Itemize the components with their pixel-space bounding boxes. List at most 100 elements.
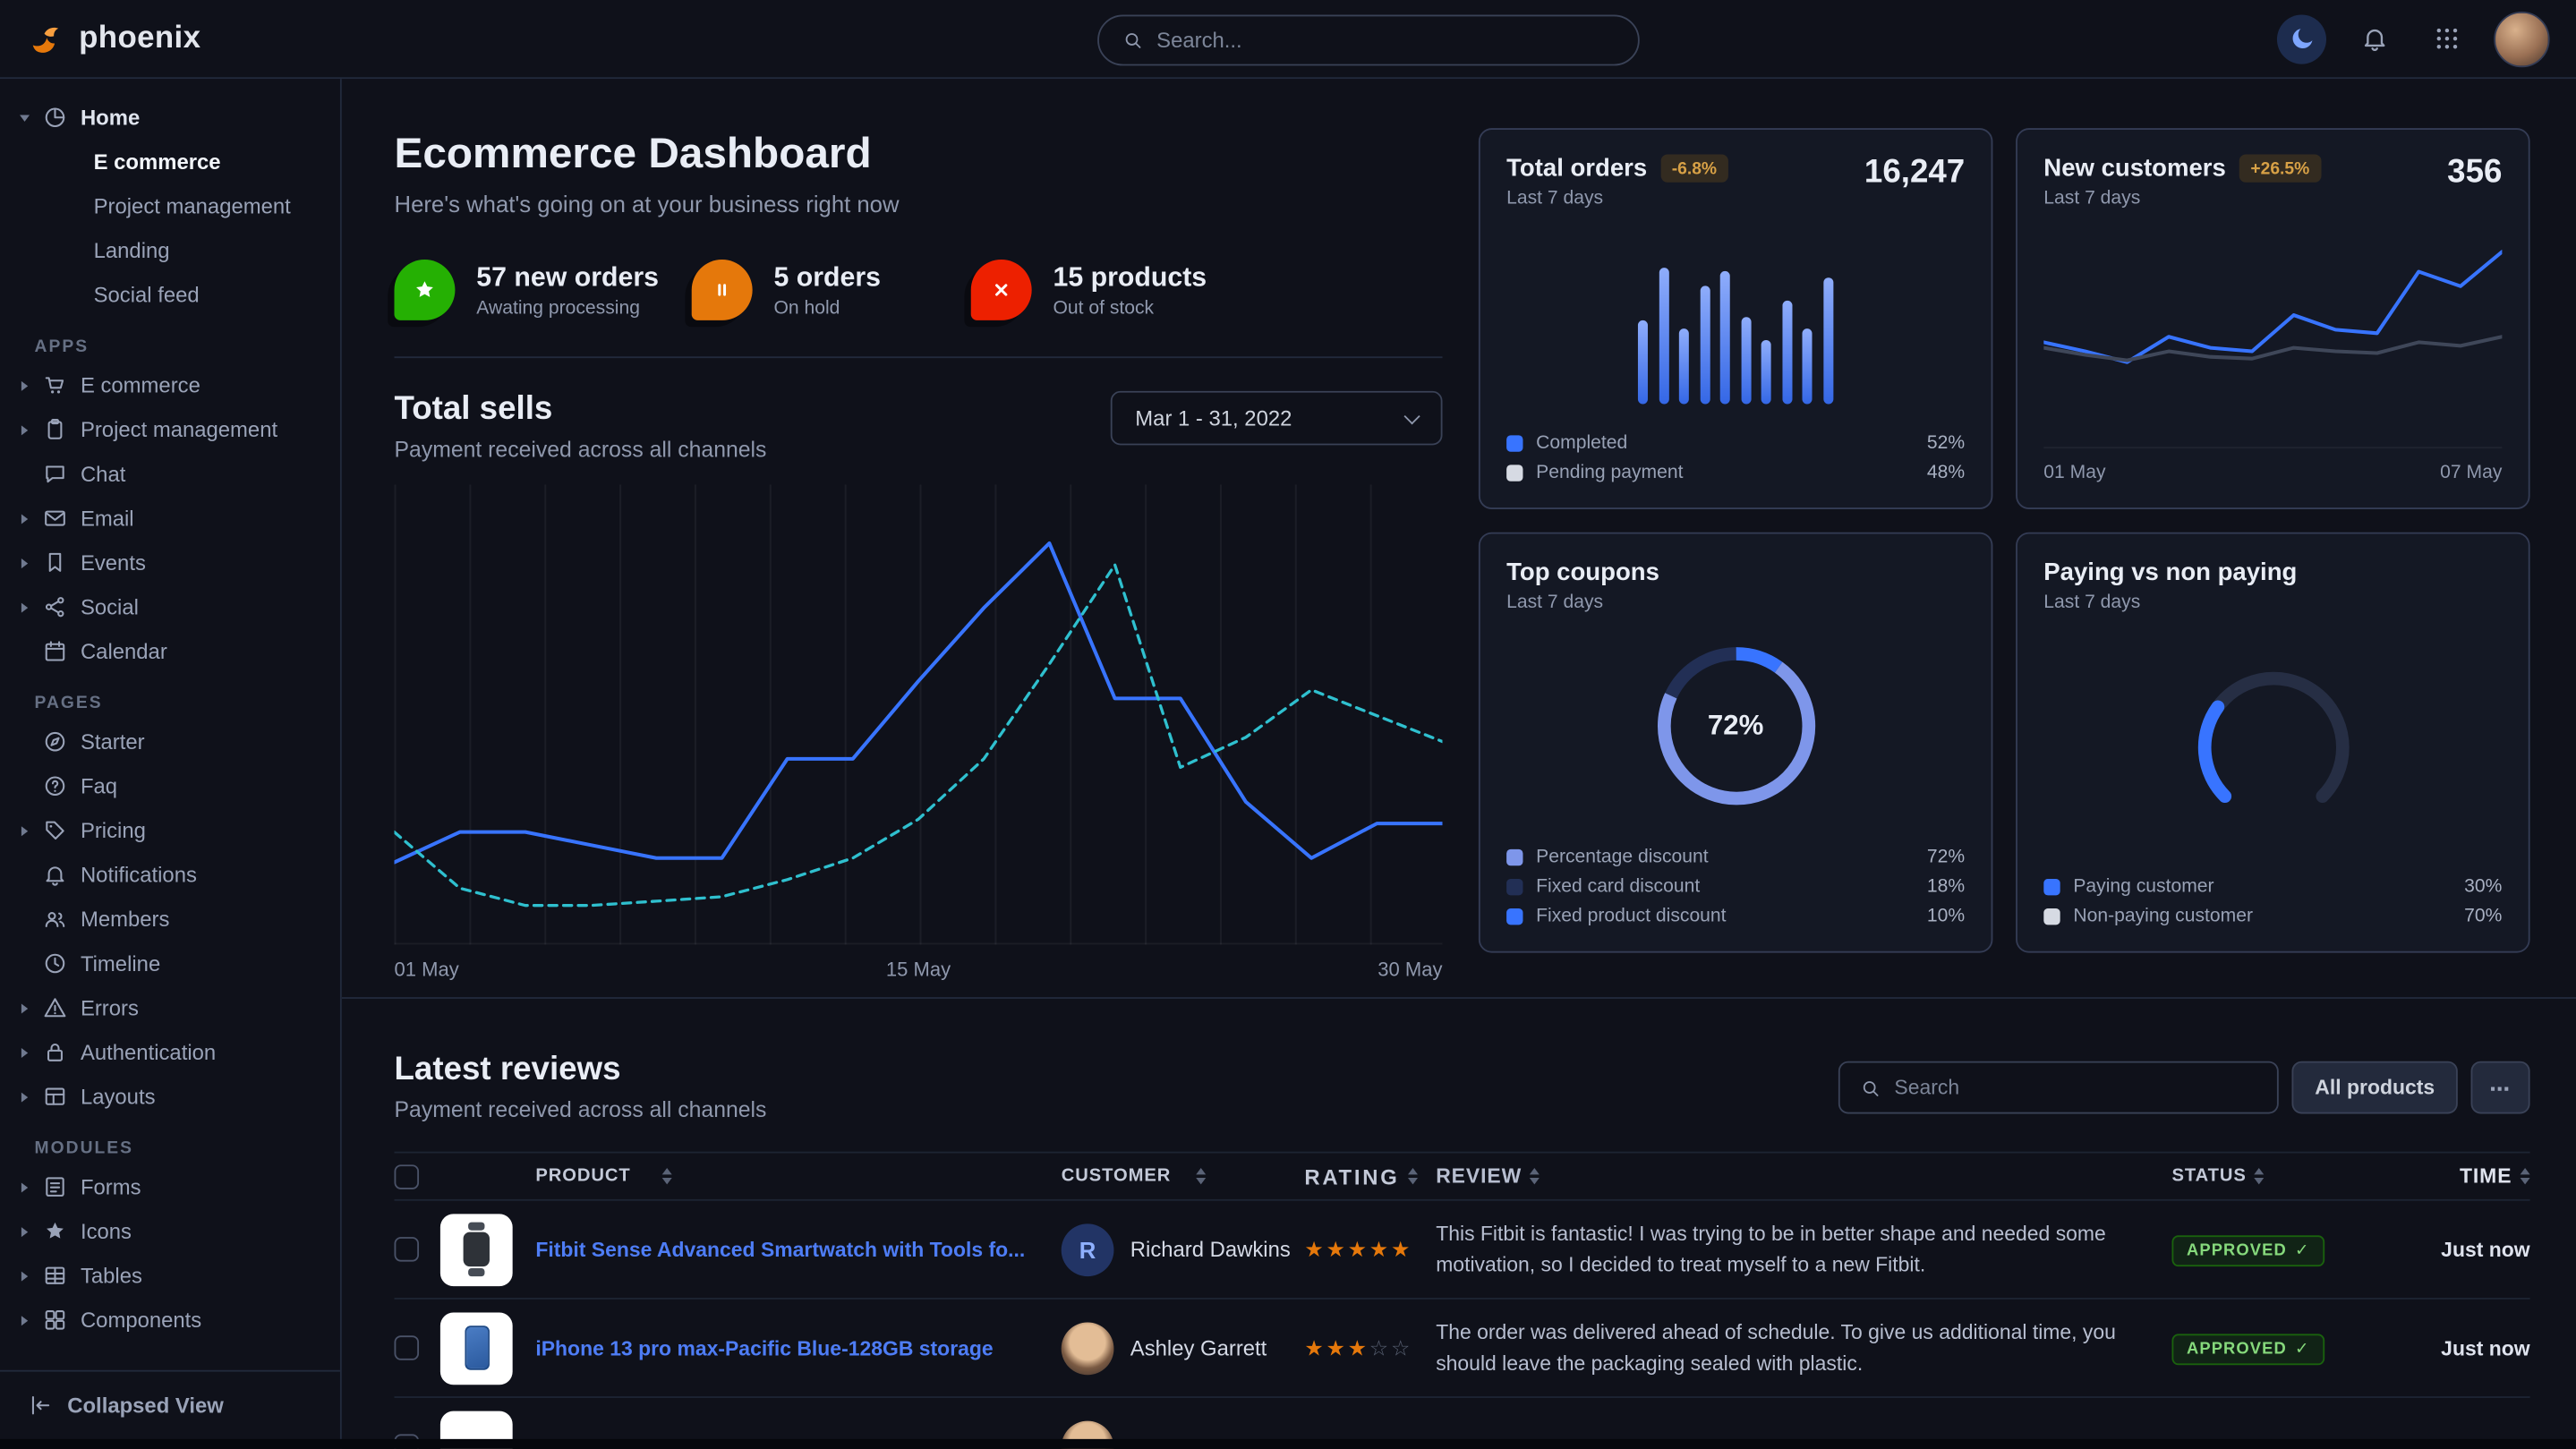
- x-icon: [989, 277, 1014, 303]
- column-header-customer[interactable]: CUSTOMER: [1062, 1166, 1305, 1186]
- stat-value: 57 new orders: [476, 262, 659, 294]
- select-all-checkbox[interactable]: [395, 1163, 420, 1189]
- caret-down-icon: [20, 115, 30, 121]
- product-link[interactable]: iPhone 13 pro max-Pacific Blue-128GB sto…: [535, 1336, 993, 1360]
- sidebar-item-chat[interactable]: Chat: [0, 452, 340, 497]
- sidebar-item-events[interactable]: Events: [0, 541, 340, 585]
- new-customers-chart: [2043, 225, 2502, 437]
- all-products-button[interactable]: All products: [2292, 1061, 2458, 1114]
- more-options-button[interactable]: ⋯: [2471, 1061, 2530, 1114]
- legend-value: 72%: [1927, 848, 1965, 867]
- pie-chart-icon: [43, 105, 68, 130]
- bar: [1741, 317, 1751, 404]
- stat-item: 5 ordersOn hold: [692, 260, 938, 320]
- sidebar-item-forms[interactable]: Forms: [0, 1164, 340, 1209]
- stat-item: 57 new ordersAwating processing: [395, 260, 659, 320]
- column-header-rating[interactable]: RATING: [1304, 1163, 1436, 1189]
- question-icon: [43, 774, 68, 799]
- sidebar-item-project-management[interactable]: Project management: [0, 407, 340, 452]
- caret-right-icon: [21, 1226, 28, 1236]
- coupons-donut-chart: 72%: [1506, 623, 1965, 828]
- product-link[interactable]: Fitbit Sense Advanced Smartwatch with To…: [535, 1238, 1025, 1261]
- stat-caption: On hold: [773, 298, 881, 318]
- sidebar-item-email[interactable]: Email: [0, 496, 340, 541]
- bar: [1782, 301, 1792, 405]
- bell-icon: [2360, 25, 2388, 53]
- sidebar-subitem-social-feed[interactable]: Social feed: [0, 273, 340, 318]
- total-sells-title: Total sells: [395, 391, 767, 429]
- legend-value: 30%: [2464, 877, 2502, 897]
- column-header-product[interactable]: PRODUCT: [440, 1166, 1062, 1186]
- legend-value: 52%: [1927, 434, 1965, 454]
- review-time: Just now: [2385, 1336, 2530, 1360]
- global-search-input[interactable]: [1156, 27, 1615, 52]
- sidebar-item-layouts[interactable]: Layouts: [0, 1074, 340, 1119]
- topbar: phoenix: [0, 0, 2576, 79]
- sidebar-subitem-landing[interactable]: Landing: [0, 228, 340, 273]
- sidebar-item-notifications[interactable]: Notifications: [0, 853, 340, 898]
- date-range-select[interactable]: Mar 1 - 31, 2022: [1111, 391, 1443, 446]
- sidebar-item-members[interactable]: Members: [0, 897, 340, 942]
- cart-icon: [43, 373, 68, 398]
- lock-icon: [43, 1040, 68, 1065]
- legend-value: 18%: [1927, 877, 1965, 897]
- sidebar-item-pricing[interactable]: Pricing: [0, 808, 340, 853]
- check-icon: ✓: [2295, 1241, 2309, 1259]
- x-tick: 15 May: [886, 958, 951, 981]
- sidebar-item-tables[interactable]: Tables: [0, 1253, 340, 1298]
- star-blob-icon: [395, 260, 456, 320]
- caret-right-icon: [21, 1003, 28, 1013]
- sidebar-item-label: Notifications: [81, 863, 197, 888]
- sidebar-item-components[interactable]: Components: [0, 1298, 340, 1342]
- notifications-button[interactable]: [2350, 14, 2399, 64]
- app-launcher-button[interactable]: [2421, 14, 2470, 64]
- sidebar-item-social[interactable]: Social: [0, 584, 340, 629]
- paying-legend: Paying customer30%Non-paying customer70%: [2043, 867, 2502, 926]
- page-subtitle: Here's what's going on at your business …: [395, 191, 1443, 217]
- sidebar-item-icons[interactable]: Icons: [0, 1209, 340, 1254]
- column-header-label: STATUS: [2171, 1166, 2246, 1186]
- sidebar-item-e-commerce[interactable]: E commerce: [0, 363, 340, 408]
- legend-swatch: [2043, 879, 2060, 895]
- page-title: Ecommerce Dashboard: [395, 128, 1443, 179]
- bookmark-icon: [43, 550, 68, 575]
- product-thumbnail: [440, 1213, 513, 1285]
- user-avatar[interactable]: [2494, 11, 2549, 66]
- sidebar-item-label: Errors: [81, 995, 139, 1020]
- moon-icon: [2288, 25, 2316, 53]
- column-header-time[interactable]: TIME: [2385, 1164, 2530, 1188]
- column-header-review[interactable]: REVIEW: [1436, 1162, 2171, 1191]
- orders-bar-chart: [1506, 209, 1965, 423]
- sidebar-item-starter[interactable]: Starter: [0, 720, 340, 764]
- reviews-table: PRODUCTCUSTOMERRATINGREVIEWSTATUS TIME Fi…: [395, 1152, 2530, 1449]
- global-search[interactable]: [1097, 14, 1640, 65]
- sidebar-item-label: E commerce: [81, 373, 200, 398]
- kpi-cards: Total orders -6.8% Last 7 days 16,247 Co…: [1479, 128, 2530, 997]
- reviews-search[interactable]: [1838, 1061, 2279, 1114]
- x-blob-icon: [971, 260, 1032, 320]
- star-empty-icon: ☆: [1369, 1334, 1391, 1360]
- row-checkbox[interactable]: [395, 1237, 420, 1262]
- table-header-row: PRODUCTCUSTOMERRATINGREVIEWSTATUS TIME: [395, 1152, 2530, 1201]
- brand[interactable]: phoenix: [26, 19, 200, 58]
- sidebar-subitem-project-management[interactable]: Project management: [0, 184, 340, 229]
- sidebar-item-authentication[interactable]: Authentication: [0, 1030, 340, 1075]
- theme-toggle-button[interactable]: [2277, 14, 2326, 64]
- sidebar-item-errors[interactable]: Errors: [0, 985, 340, 1030]
- collapse-icon: [28, 1393, 53, 1418]
- caret-right-icon: [21, 514, 28, 524]
- column-header-status[interactable]: STATUS: [2171, 1166, 2385, 1186]
- reviews-search-input[interactable]: [1894, 1076, 2257, 1099]
- status-label: APPROVED: [2187, 1241, 2287, 1259]
- row-checkbox[interactable]: [395, 1335, 420, 1360]
- sidebar-item-faq[interactable]: Faq: [0, 763, 340, 808]
- orders-legend: Completed52%Pending payment48%: [1506, 424, 1965, 483]
- sidebar-subitem-e-commerce[interactable]: E commerce: [0, 140, 340, 184]
- sidebar-item-home[interactable]: Home: [0, 95, 340, 140]
- collapse-view-toggle[interactable]: Collapsed View: [0, 1370, 340, 1439]
- sidebar-item-timeline[interactable]: Timeline: [0, 942, 340, 986]
- sidebar-item-calendar[interactable]: Calendar: [0, 629, 340, 674]
- status-label: APPROVED: [2187, 1340, 2287, 1358]
- table-row: iPhone 13 pro max-Pacific Blue-128GB sto…: [395, 1300, 2530, 1398]
- clipboard-icon: [43, 417, 68, 442]
